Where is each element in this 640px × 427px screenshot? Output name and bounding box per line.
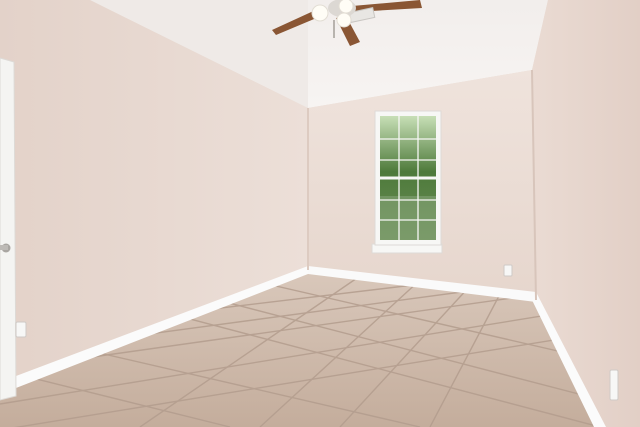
outlet-icon (15, 321, 27, 338)
outlet-icon (609, 369, 619, 401)
open-door (0, 57, 17, 401)
room-illustration (0, 0, 640, 427)
window-icon (371, 110, 443, 254)
room-photo (0, 0, 640, 427)
outlet-icon (503, 264, 513, 277)
